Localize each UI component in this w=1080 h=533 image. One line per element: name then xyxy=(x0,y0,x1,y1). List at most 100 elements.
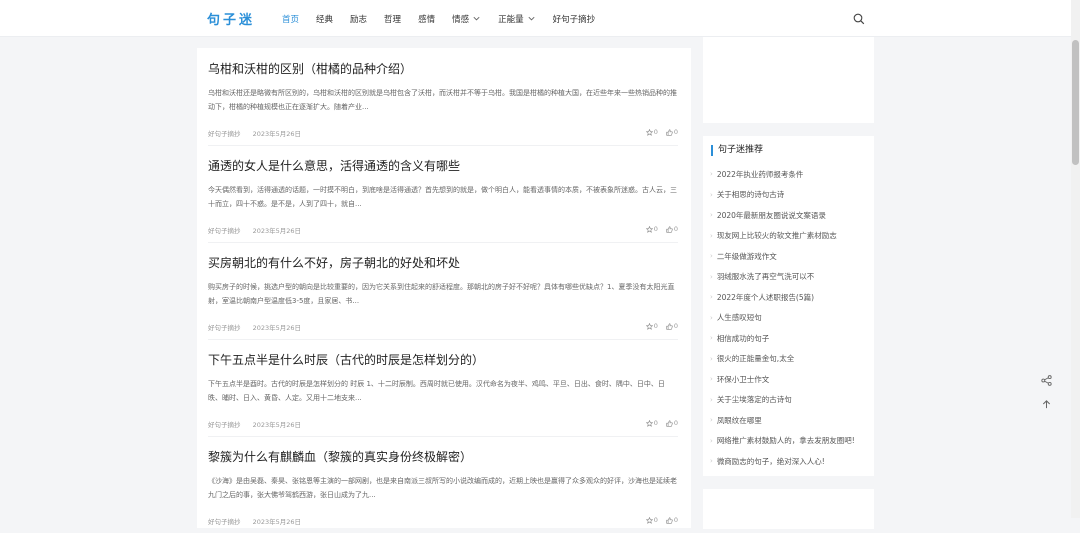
recommend-item-label: 相信成功的句子 xyxy=(716,333,770,343)
recommend-item[interactable]: › 人生感叹短句 xyxy=(710,308,870,329)
article-meta: 好句子摘抄 2023年5月26日 0 0 xyxy=(208,322,678,334)
recommend-item[interactable]: › 2022年度个人述职报告(5篇) xyxy=(710,287,870,308)
article-title[interactable]: 乌柑和沃柑的区别（柑橘的品种介绍） xyxy=(208,61,678,77)
article-author[interactable]: 好句子摘抄 xyxy=(208,324,241,332)
like-count: 0 xyxy=(673,419,678,427)
article-item: 乌柑和沃柑的区别（柑橘的品种介绍） 乌柑和沃柑还是略微有所区别的，乌柑和沃柑的区… xyxy=(208,61,678,146)
favorite-count: 0 xyxy=(653,225,658,233)
article-item: 黎簇为什么有麒麟血（黎簇的真实身份终极解密） 《沙海》是由吴磊、秦昊、张铭恩等主… xyxy=(208,449,678,533)
nav-item-good-sentences[interactable]: 好句子摘抄 xyxy=(553,13,596,25)
nav-item-inspirational[interactable]: 励志 xyxy=(350,13,367,25)
favorite-button[interactable]: 0 xyxy=(645,128,658,136)
like-button[interactable]: 0 xyxy=(666,419,678,427)
recommend-item[interactable]: › 二年级做游戏作文 xyxy=(710,246,870,267)
chevron-right-icon: › xyxy=(710,354,713,363)
article-author[interactable]: 好句子摘抄 xyxy=(208,227,241,235)
main-nav: 首页 经典 励志 哲理 感情 情感 正能量 好句子摘抄 xyxy=(282,0,612,37)
favorite-count: 0 xyxy=(653,419,658,427)
article-author[interactable]: 好句子摘抄 xyxy=(208,518,241,526)
article-stats: 0 0 xyxy=(638,322,678,330)
nav-item-emotion[interactable]: 情感 xyxy=(452,13,481,25)
recommend-item[interactable]: › 羽绒服水洗了再空气洗可以不 xyxy=(710,267,870,288)
scrollbar-thumb[interactable] xyxy=(1072,40,1079,165)
article-title[interactable]: 通透的女人是什么意思，活得通透的含义有哪些 xyxy=(208,158,678,174)
recommend-item[interactable]: › 关于相思的诗句古诗 xyxy=(710,185,870,206)
recommend-item[interactable]: › 现友网上比较火的软文推广素材励志 xyxy=(710,226,870,247)
recommend-item[interactable]: › 相信成功的句子 xyxy=(710,328,870,349)
recommend-item-label: 微商励志的句子，绝对深入人心! xyxy=(716,456,825,466)
top-navigation-bar: 句子迷 首页 经典 励志 哲理 感情 情感 正能量 好句子摘抄 xyxy=(0,0,1080,37)
recommend-item[interactable]: › 环保小卫士作文 xyxy=(710,369,870,390)
like-count: 0 xyxy=(673,225,678,233)
like-count: 0 xyxy=(673,322,678,330)
like-button[interactable]: 0 xyxy=(666,128,678,136)
article-meta: 好句子摘抄 2023年5月26日 0 0 xyxy=(208,419,678,431)
article-meta: 好句子摘抄 2023年5月26日 0 0 xyxy=(208,128,678,140)
favorite-button[interactable]: 0 xyxy=(645,419,658,427)
recommend-item-label: 2022年度个人述职报告(5篇) xyxy=(716,292,815,302)
recommend-item[interactable]: › 微商励志的句子，绝对深入人心! xyxy=(710,451,870,472)
article-item: 通透的女人是什么意思，活得通透的含义有哪些 今天偶然看到，活得通透的话题，一时摸… xyxy=(208,158,678,243)
article-stats: 0 0 xyxy=(638,419,678,427)
favorite-button[interactable]: 0 xyxy=(645,225,658,233)
recommend-item[interactable]: › 2020年最新朋友圈说说文案语录 xyxy=(710,205,870,226)
sidebar-widget-empty xyxy=(703,37,874,123)
share-button[interactable] xyxy=(1037,371,1055,389)
article-excerpt: 今天偶然看到，活得通透的话题，一时摸不明白，到底啥是活得通透？首先想到的就是，做… xyxy=(208,186,677,208)
recommend-item-label: 2022年执业药师报考条件 xyxy=(716,169,804,179)
article-title[interactable]: 黎簇为什么有麒麟血（黎簇的真实身份终极解密） xyxy=(208,449,678,465)
recommend-item-label: 关于尘埃落定的古诗句 xyxy=(716,395,792,405)
article-date: 2023年5月26日 xyxy=(252,421,302,429)
recommend-item[interactable]: › 很火的正能量金句,太全 xyxy=(710,349,870,370)
thumbs-up-icon xyxy=(666,225,673,233)
site-logo[interactable]: 句子迷 xyxy=(207,9,255,28)
like-button[interactable]: 0 xyxy=(666,225,678,233)
nav-item-positive-energy[interactable]: 正能量 xyxy=(498,13,536,25)
star-icon xyxy=(645,419,653,427)
recommend-item-label: 网络推广素材鼓励人的，拿去发朋友圈吧! xyxy=(716,436,855,446)
recommend-item-label: 环保小卫士作文 xyxy=(716,374,770,384)
nav-label: 感情 xyxy=(418,14,436,25)
nav-label: 好句子摘抄 xyxy=(552,14,596,25)
article-item: 买房朝北的有什么不好，房子朝北的好处和坏处 购买房子的时候，挑选户型的朝向是比较… xyxy=(208,255,678,340)
article-title[interactable]: 下午五点半是什么时辰（古代的时辰是怎样划分的） xyxy=(208,352,678,368)
article-stats: 0 0 xyxy=(638,128,678,136)
recommend-item-label: 人生感叹短句 xyxy=(716,313,762,323)
favorite-count: 0 xyxy=(653,128,658,136)
favorite-button[interactable]: 0 xyxy=(645,322,658,330)
nav-item-philosophy[interactable]: 哲理 xyxy=(384,13,401,25)
nav-item-feelings[interactable]: 感情 xyxy=(418,13,435,25)
article-author[interactable]: 好句子摘抄 xyxy=(208,130,241,138)
star-icon xyxy=(645,322,653,330)
article-excerpt: 购买房子的时候，挑选户型的朝向是比较重要的，因为它关系到住起来的舒适程度。那朝北… xyxy=(208,283,675,305)
recommend-item[interactable]: › 2022年执业药师报考条件 xyxy=(710,164,870,185)
recommend-item[interactable]: › 关于尘埃落定的古诗句 xyxy=(710,390,870,411)
nav-item-home[interactable]: 首页 xyxy=(282,13,299,25)
like-button[interactable]: 0 xyxy=(666,516,678,524)
search-icon[interactable] xyxy=(853,13,865,25)
article-excerpt: 下午五点半是酉时。古代的时辰是怎样划分的 时辰 1、十二时辰制。西周时就已使用。… xyxy=(208,380,665,402)
nav-item-classic[interactable]: 经典 xyxy=(316,13,333,25)
article-date: 2023年5月26日 xyxy=(252,518,302,526)
favorite-button[interactable]: 0 xyxy=(645,516,658,524)
article-author[interactable]: 好句子摘抄 xyxy=(208,421,241,429)
article-excerpt: 乌柑和沃柑还是略微有所区别的，乌柑和沃柑的区别就是乌柑包含了沃柑，而沃柑并不等于… xyxy=(208,89,677,111)
chevron-right-icon: › xyxy=(710,334,713,343)
thumbs-up-icon xyxy=(666,128,673,136)
article-meta: 好句子摘抄 2023年5月26日 0 0 xyxy=(208,225,678,237)
article-date: 2023年5月26日 xyxy=(252,324,302,332)
article-title[interactable]: 买房朝北的有什么不好，房子朝北的好处和坏处 xyxy=(208,255,678,271)
article-stats: 0 0 xyxy=(638,225,678,233)
recommend-item-label: 很火的正能量金句,太全 xyxy=(716,354,795,364)
sidebar-recommend-widget: 句子迷推荐 › 2022年执业药师报考条件 › 关于相思的诗句古诗 › 2020年最新… xyxy=(703,136,874,476)
back-to-top-button[interactable] xyxy=(1037,395,1055,413)
recommend-item[interactable]: › 凤眼纹在哪里 xyxy=(710,410,870,431)
article-excerpt: 《沙海》是由吴磊、秦昊、张铭恩等主演的一部网剧，也是来自南派三叔所写的小说改编而… xyxy=(208,477,677,499)
chevron-right-icon: › xyxy=(710,293,713,302)
chevron-right-icon: › xyxy=(710,252,713,261)
recommend-item[interactable]: › 网络推广素材鼓励人的，拿去发朋友圈吧! xyxy=(710,431,870,452)
article-stats: 0 0 xyxy=(638,516,678,524)
like-button[interactable]: 0 xyxy=(666,322,678,330)
thumbs-up-icon xyxy=(666,322,673,330)
nav-label: 首页 xyxy=(282,14,300,25)
